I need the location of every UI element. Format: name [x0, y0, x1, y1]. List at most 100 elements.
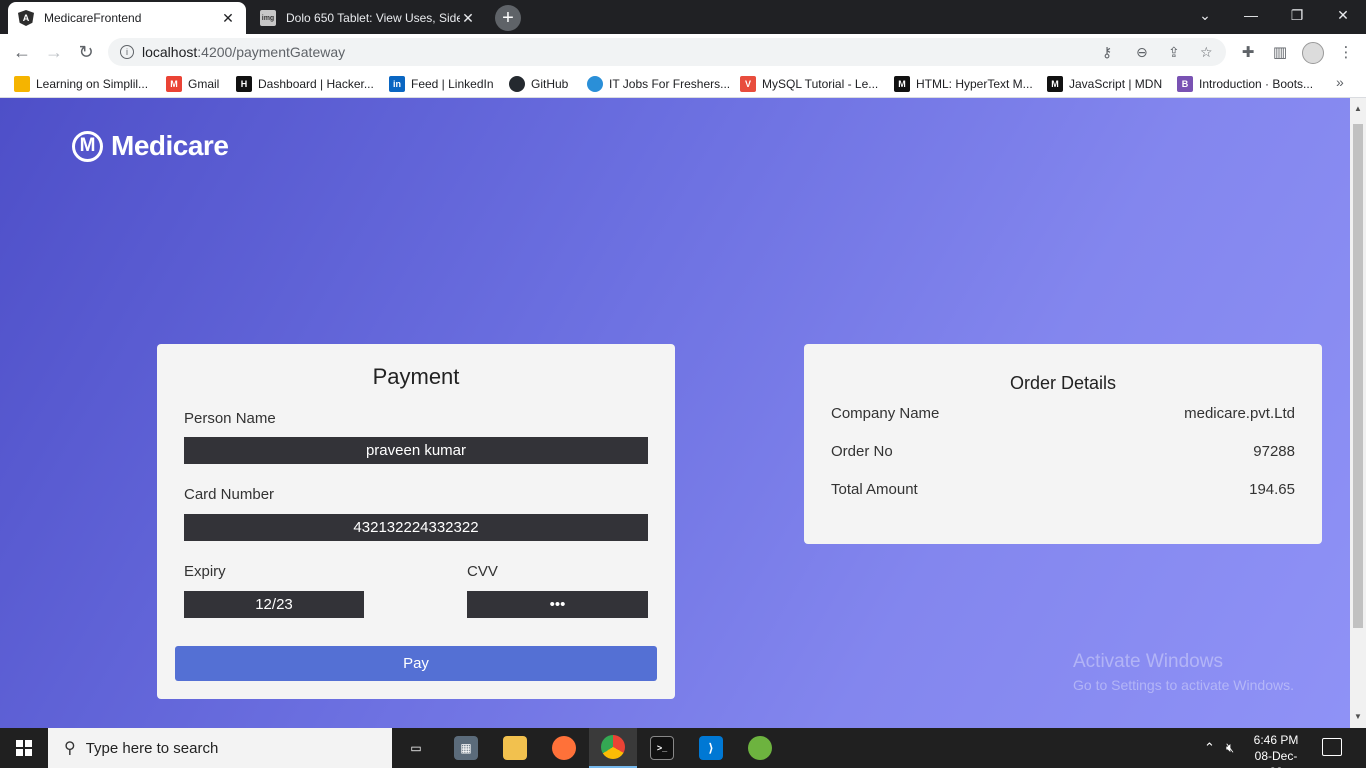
- bookmark-label: Feed | LinkedIn: [411, 77, 494, 91]
- bookmark-label: Learning on Simplil...: [36, 77, 149, 91]
- browser-tab-strip: A MedicareFrontend ✕ img Dolo 650 Tablet…: [0, 0, 1366, 34]
- vscode-app[interactable]: ⟩: [687, 728, 735, 768]
- reload-button[interactable]: ↻: [74, 40, 98, 64]
- calculator-app[interactable]: ▦: [442, 728, 490, 768]
- folder-icon: [503, 736, 527, 760]
- order-row-value: 194.65: [1249, 481, 1295, 498]
- brand-name: Medicare: [111, 130, 229, 161]
- back-button[interactable]: ←: [10, 40, 34, 64]
- chrome-icon: [601, 735, 625, 759]
- card-number-label: Card Number: [184, 486, 275, 503]
- restore-button[interactable]: ❐: [1274, 0, 1320, 30]
- windows-logo-icon: [16, 740, 32, 756]
- page-viewport: M Medicare Payment Person Name praveen k…: [0, 98, 1350, 728]
- tab-title: Dolo 650 Tablet: View Uses, Side: [286, 11, 460, 25]
- bookmark-label: HTML: HyperText M...: [916, 77, 1033, 91]
- bookmark-star-icon[interactable]: ☆: [1200, 38, 1213, 66]
- medicare-logo-icon: M: [72, 130, 103, 162]
- side-panel-icon[interactable]: ▥: [1270, 42, 1290, 62]
- task-view-icon: ▭: [410, 741, 422, 755]
- key-icon[interactable]: ⚷: [1102, 38, 1112, 66]
- terminal-icon: >_: [650, 736, 674, 760]
- forward-button[interactable]: →: [42, 40, 66, 64]
- bookmark-gmail[interactable]: M Gmail: [166, 74, 219, 94]
- scroll-up-arrow-icon[interactable]: ▲: [1354, 104, 1362, 113]
- tab-medicare-frontend[interactable]: A MedicareFrontend ✕: [8, 2, 246, 34]
- person-name-label: Person Name: [184, 410, 276, 427]
- order-row-value: 97288: [1253, 443, 1295, 460]
- bookmark-mdn-html[interactable]: M HTML: HyperText M...: [894, 74, 1033, 94]
- order-details-title: Order Details: [1009, 373, 1117, 393]
- close-icon[interactable]: ✕: [460, 10, 476, 27]
- bookmark-github[interactable]: GitHub: [509, 74, 568, 94]
- show-hidden-icons-chevron-icon[interactable]: ⌃: [1204, 728, 1215, 768]
- extensions-icon[interactable]: ✚: [1238, 42, 1258, 62]
- expiry-input[interactable]: 12/23: [184, 591, 364, 618]
- cvv-label: CVV: [467, 563, 498, 580]
- browser-toolbar: ← → ↻ i localhost:4200/paymentGateway ⚷ …: [0, 34, 1366, 70]
- jobs-icon: [587, 76, 603, 92]
- payment-title: Payment: [372, 364, 460, 389]
- close-icon[interactable]: ✕: [220, 10, 236, 27]
- more-bookmarks-icon[interactable]: »: [1336, 74, 1344, 90]
- bookmark-label: Dashboard | Hacker...: [258, 77, 374, 91]
- gmail-icon: M: [166, 76, 182, 92]
- bookmark-bootstrap[interactable]: B Introduction · Boots...: [1177, 74, 1313, 94]
- profile-avatar[interactable]: [1302, 42, 1324, 64]
- notification-center-icon[interactable]: [1322, 738, 1342, 756]
- bookmark-label: GitHub: [531, 77, 569, 91]
- taskbar-search-box[interactable]: ⚲ Type here to search: [48, 728, 392, 768]
- order-row-label: Total Amount: [831, 481, 918, 498]
- angular-icon: A: [18, 10, 34, 26]
- bookmark-mdn-js[interactable]: M JavaScript | MDN: [1047, 74, 1162, 94]
- file-explorer-app[interactable]: [491, 728, 539, 768]
- scroll-down-arrow-icon[interactable]: ▼: [1354, 712, 1362, 721]
- bookmark-mysql[interactable]: V MySQL Tutorial - Le...: [740, 74, 878, 94]
- bookmarks-bar: Learning on Simplil... M Gmail H Dashboa…: [0, 70, 1366, 98]
- tab-search-chevron-icon[interactable]: ⌄: [1182, 0, 1228, 30]
- bookmark-it-jobs[interactable]: IT Jobs For Freshers...: [587, 74, 730, 94]
- cvv-input[interactable]: •••: [467, 591, 648, 618]
- person-name-input[interactable]: praveen kumar: [184, 437, 648, 464]
- bookmark-linkedin[interactable]: in Feed | LinkedIn: [389, 74, 494, 94]
- bookmark-hackerrank[interactable]: H Dashboard | Hacker...: [236, 74, 374, 94]
- vscode-icon: ⟩: [699, 736, 723, 760]
- brand[interactable]: M Medicare: [72, 130, 229, 162]
- bookmark-label: JavaScript | MDN: [1069, 77, 1163, 91]
- activate-windows-subtitle: Go to Settings to activate Windows.: [1073, 677, 1294, 693]
- calculator-icon: ▦: [454, 736, 478, 760]
- spring-tool-suite-app[interactable]: [736, 728, 784, 768]
- order-row-value: medicare.pvt.Ltd: [1184, 405, 1295, 422]
- order-row-label: Company Name: [831, 405, 940, 422]
- share-icon[interactable]: ⇪: [1168, 38, 1180, 66]
- taskbar-clock[interactable]: 6:46 PM 08-Dec-22: [1248, 732, 1304, 768]
- address-bar[interactable]: i localhost:4200/paymentGateway ⚷ ⊖ ⇪ ☆: [108, 38, 1226, 66]
- pay-button[interactable]: Pay: [175, 646, 657, 681]
- zoom-icon[interactable]: ⊖: [1136, 38, 1148, 66]
- menu-kebab-icon[interactable]: ⋮: [1336, 42, 1356, 62]
- tab-dolo-650[interactable]: img Dolo 650 Tablet: View Uses, Side ✕: [250, 2, 486, 34]
- start-button[interactable]: [0, 728, 48, 768]
- search-placeholder: Type here to search: [85, 739, 219, 757]
- bookmark-simplilearn[interactable]: Learning on Simplil...: [14, 74, 148, 94]
- minimize-button[interactable]: —: [1228, 0, 1274, 30]
- speaker-muted-icon[interactable]: 🔇︎: [1226, 728, 1234, 768]
- mdn-icon: M: [1047, 76, 1063, 92]
- card-number-input[interactable]: 432132224332322: [184, 514, 648, 541]
- close-window-button[interactable]: ✕: [1320, 0, 1366, 30]
- clock-date: 08-Dec-22: [1254, 749, 1298, 768]
- new-tab-button[interactable]: +: [495, 5, 521, 31]
- activate-windows-title: Activate Windows: [1073, 651, 1223, 672]
- bookmark-label: IT Jobs For Freshers...: [609, 77, 731, 91]
- firefox-app[interactable]: [540, 728, 588, 768]
- mdn-icon: M: [894, 76, 910, 92]
- order-row-label: Order No: [831, 443, 893, 460]
- terminal-app[interactable]: >_: [638, 728, 686, 768]
- page-scrollbar[interactable]: ▲ ▼: [1350, 98, 1366, 728]
- site-info-icon[interactable]: i: [120, 45, 134, 59]
- task-view-button[interactable]: ▭: [392, 728, 440, 768]
- scrollbar-thumb[interactable]: [1353, 124, 1363, 628]
- chrome-app[interactable]: [589, 728, 637, 768]
- img-icon: img: [260, 10, 276, 26]
- expiry-label: Expiry: [184, 563, 226, 580]
